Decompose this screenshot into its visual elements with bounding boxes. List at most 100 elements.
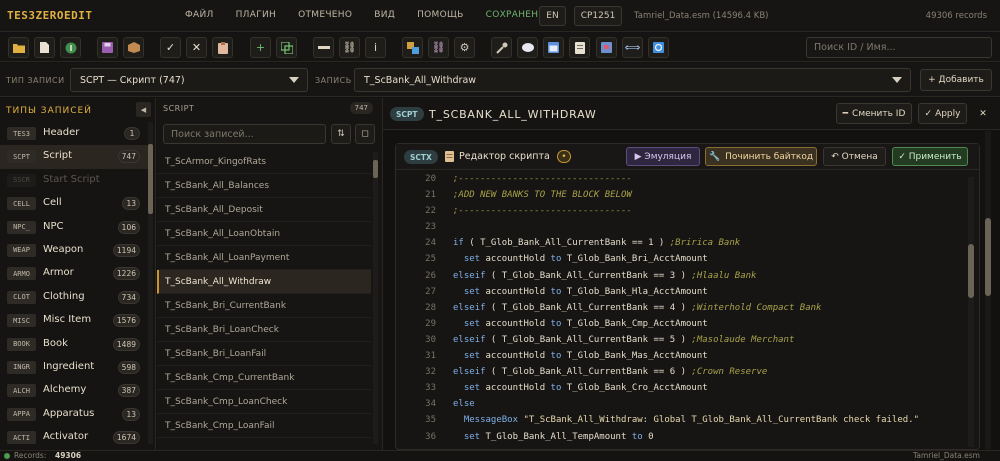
record-list-item[interactable]: T_ScBank_Bri_LoanCheck (157, 318, 371, 342)
search-id-input[interactable]: Поиск ID / Имя... (806, 37, 992, 58)
app-logo: TES3ZEROEDIT (7, 9, 93, 22)
menu-help[interactable]: ПОМОЩЬ (417, 10, 464, 20)
language-button[interactable]: EN (539, 6, 566, 26)
settings-icon[interactable]: ⚙ (454, 37, 475, 58)
record-type-code: ACTI (7, 431, 36, 445)
change-id-button[interactable]: ━ Сменить ID (836, 103, 912, 124)
package-icon[interactable] (123, 37, 144, 58)
record-list-item[interactable]: T_ScBank_Bri_CurrentBank (157, 294, 371, 318)
add-record-icon[interactable]: + (250, 37, 271, 58)
apply-changes-button[interactable]: ✓ Применить (892, 147, 968, 166)
add-record-button[interactable]: + Добавить (920, 69, 992, 91)
document-icon[interactable] (569, 37, 590, 58)
record-select[interactable]: T_ScBank_All_Withdraw (354, 68, 911, 92)
compare-icon[interactable] (402, 37, 423, 58)
inbox-icon[interactable] (596, 37, 617, 58)
wrench-icon[interactable] (491, 37, 512, 58)
toolbar: ✓ ✕ + ⛓ i ⛓ ⚙ ⟺ Поиск ID / Имя... (0, 33, 1000, 62)
keyword: to (550, 318, 562, 329)
record-list-item[interactable]: T_ScBank_All_Withdraw (157, 270, 371, 294)
record-type-item[interactable]: WEAP Weapon 1194 (0, 239, 148, 262)
line-number: 33 (425, 383, 436, 394)
record-type-name: Armor (43, 267, 74, 279)
record-type-item[interactable]: SCPT Script 747 (0, 145, 148, 169)
close-icon[interactable]: ✕ (973, 103, 993, 124)
code-scrollbar-thumb[interactable] (968, 244, 974, 298)
record-type-item[interactable]: TES3 Header 1 (0, 122, 148, 145)
record-type-select[interactable]: SCPT — Скрипт (747) (70, 68, 308, 92)
record-list-item[interactable]: T_ScBank_All_Deposit (157, 198, 371, 222)
record-list-item[interactable]: T_ScBank_All_LoanPayment (157, 246, 371, 270)
menu-plugin[interactable]: ПЛАГИН (236, 10, 276, 20)
cancel-button[interactable]: ↶ Отмена (823, 147, 886, 166)
sort-icon[interactable]: ⇅ (331, 124, 351, 144)
link-icon[interactable]: ⛓ (339, 37, 360, 58)
info-icon[interactable]: i (365, 37, 386, 58)
dialogue-icon[interactable] (517, 37, 538, 58)
record-type-item[interactable]: ALCH Alchemy 387 (0, 379, 148, 402)
menu-view[interactable]: ВИД (374, 10, 395, 20)
record-list-item[interactable]: T_ScBank_All_LoanObtain (157, 222, 371, 246)
chain-link-icon[interactable]: ⛓ (428, 37, 449, 58)
collapse-panel-icon[interactable]: ◀ (136, 102, 151, 117)
line-number: 31 (425, 351, 436, 362)
info-circle-icon[interactable] (60, 37, 81, 58)
record-list-item[interactable]: T_ScBank_Cmp_LoanFail (157, 414, 371, 438)
refresh-icon[interactable] (648, 37, 669, 58)
line-text: ;-------------------------------- (453, 171, 632, 187)
record-type-item[interactable]: ACTI Activator 1674 (0, 426, 148, 449)
code-line: 22 ;-------------------------------- (396, 203, 966, 219)
code-line: 36 set T_Glob_Bank_All_TempAmount to 0 (396, 429, 966, 445)
record-list-item[interactable]: T_ScArmor_KingofRats (157, 150, 371, 174)
record-list-item[interactable]: T_ScBank_Cmp_CurrentBank (157, 366, 371, 390)
save-icon[interactable] (97, 37, 118, 58)
apply-button[interactable]: ✓ Apply (918, 103, 967, 124)
records-scrollbar[interactable] (373, 152, 378, 444)
clear-marks-icon[interactable]: ✕ (186, 37, 207, 58)
keyword: to (631, 431, 643, 442)
record-type-name: Clothing (43, 290, 85, 302)
modified-indicator: • (556, 150, 571, 163)
left-scrollbar-thumb[interactable] (148, 144, 153, 214)
editor-scrollbar-thumb[interactable] (985, 218, 991, 296)
record-list-item[interactable]: T_ScBank_Cmp_LoanCheck (157, 390, 371, 414)
emulate-button[interactable]: ▶ Эмуляция (626, 147, 700, 166)
menu-marked[interactable]: ОТМЕЧЕНО (298, 10, 352, 20)
check-all-icon[interactable]: ✓ (160, 37, 181, 58)
record-list-item[interactable]: T_ScBank_All_Balances (157, 174, 371, 198)
swap-icon[interactable]: ⟺ (622, 37, 643, 58)
records-search-input[interactable]: Поиск записей... (163, 124, 326, 144)
record-type-item[interactable]: CLOT Clothing 734 (0, 286, 148, 309)
copy-record-icon[interactable] (276, 37, 297, 58)
record-type-item[interactable]: NPC_ NPC 106 (0, 216, 148, 239)
minus-icon[interactable] (313, 37, 334, 58)
records-scrollbar-thumb[interactable] (373, 160, 378, 178)
record-list-item[interactable]: T_ScBank_Bri_LoanFail (157, 342, 371, 366)
code-line: 24 if ( T_Glob_Bank_All_CurrentBank == 1 … (396, 235, 966, 251)
fix-bytecode-button[interactable]: 🔧 Починить байткод (705, 147, 817, 166)
record-type-item[interactable]: APPA Apparatus 13 (0, 403, 148, 426)
menu-file[interactable]: ФАЙЛ (185, 10, 214, 20)
record-types-title: ТИПЫ ЗАПИСЕЙ (6, 106, 92, 116)
keyword: set (453, 351, 481, 362)
code-area[interactable]: 20 ;-------------------------------- 21 ;AD… (396, 171, 966, 449)
codepage-button[interactable]: CP1251 (574, 6, 622, 26)
open-folder-icon[interactable] (8, 37, 29, 58)
clipboard-icon[interactable] (212, 37, 233, 58)
record-type-item[interactable]: SSCR Start Script (0, 169, 148, 192)
filter-icon[interactable]: ◻ (355, 124, 375, 144)
status-bar: Records: 49306 Tamriel_Data.esm (0, 450, 1000, 461)
comment: ;-------------------------------- (453, 174, 632, 184)
records-value: 49306 (55, 451, 82, 460)
code-line: 29 set accountHold to T_Glob_Bank_Cmp_Ac… (396, 316, 966, 332)
calendar-icon[interactable] (543, 37, 564, 58)
record-type-item[interactable]: ARMO Armor 1226 (0, 262, 148, 285)
record-type-item[interactable]: CELL Cell 13 (0, 192, 148, 215)
keyword: else (453, 399, 475, 410)
record-type-item[interactable]: INGR Ingredient 598 (0, 356, 148, 379)
record-type-item[interactable]: BOOK Book 1489 (0, 333, 148, 356)
new-file-icon[interactable] (34, 37, 55, 58)
code-scrollbar[interactable] (968, 177, 974, 447)
record-type-item[interactable]: MISC Misc Item 1576 (0, 309, 148, 332)
record-type-code: MISC (7, 314, 36, 328)
